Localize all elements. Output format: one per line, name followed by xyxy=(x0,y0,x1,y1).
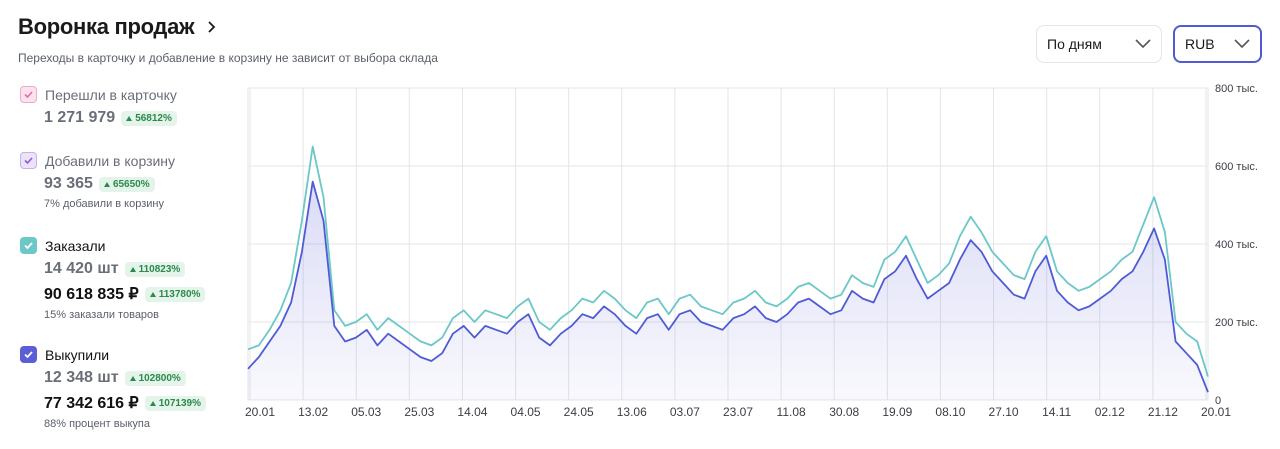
legend-toggle-orders[interactable]: Заказали xyxy=(20,237,205,254)
growth-badge: 65650% xyxy=(98,176,155,192)
x-tick-label: 20.01 xyxy=(1201,405,1231,419)
chevron-down-icon xyxy=(1135,39,1151,49)
legend-value: 14 420 шт xyxy=(44,260,119,277)
legend-value-secondary: 77 342 616 ₽ xyxy=(44,395,139,412)
x-tick-label: 23.07 xyxy=(723,405,753,419)
y-tick-label: 200 тыс. xyxy=(1215,317,1258,329)
chevron-down-icon xyxy=(1234,39,1250,49)
legend-item-buyouts: Выкупили 12 348 шт 102800% 77 342 616 ₽ 10… xyxy=(20,346,206,430)
x-tick-label: 11.08 xyxy=(777,405,806,419)
legend-label: Выкупили xyxy=(45,346,110,363)
legend-item-add-to-cart: Добавили в корзину 93 365 65650% 7% добав… xyxy=(20,152,175,210)
badge-text: 65650% xyxy=(112,178,150,190)
arrow-up-icon xyxy=(103,181,110,187)
legend-label: Заказали xyxy=(45,237,106,254)
y-tick-label: 800 тыс. xyxy=(1215,83,1258,95)
page-title: Воронка продаж xyxy=(18,14,195,39)
chart-grid xyxy=(247,87,1209,401)
legend-note: 15% заказали товаров xyxy=(44,309,160,321)
growth-badge: 110823% xyxy=(124,261,186,277)
x-tick-label: 14.04 xyxy=(457,405,487,419)
chevron-right-icon[interactable] xyxy=(204,20,218,34)
series-line-orders xyxy=(247,145,1209,377)
x-tick-label: 21.12 xyxy=(1148,405,1178,419)
legend-note: 7% добавили в корзину xyxy=(44,198,164,210)
legend-toggle-add-to-cart[interactable]: Добавили в корзину xyxy=(20,152,175,169)
x-tick-label: 25.03 xyxy=(404,405,434,419)
growth-badge: 107139% xyxy=(144,395,206,411)
period-select-value: По дням xyxy=(1047,36,1102,52)
checkbox-icon[interactable] xyxy=(20,86,37,103)
period-select[interactable]: По дням xyxy=(1036,25,1162,63)
page-subtitle: Переходы в карточку и добавление в корзи… xyxy=(18,51,438,65)
legend-value: 1 271 979 xyxy=(44,109,116,126)
badge-text: 107139% xyxy=(158,397,201,409)
legend-label: Перешли в карточку xyxy=(45,86,177,103)
growth-badge: 113780% xyxy=(144,286,206,302)
x-axis-labels: 20.01 13.02 05.03 25.03 14.04 04.05 24.05 13.06… xyxy=(245,405,1231,419)
currency-select-value: RUB xyxy=(1185,36,1215,52)
x-tick-label: 14.11 xyxy=(1042,405,1071,419)
x-tick-label: 19.09 xyxy=(882,405,912,419)
y-tick-label: 0 xyxy=(1215,395,1221,407)
x-tick-label: 13.02 xyxy=(298,405,328,419)
currency-select[interactable]: RUB xyxy=(1173,25,1262,63)
legend-label: Добавили в корзину xyxy=(45,152,176,169)
legend-toggle-buyouts[interactable]: Выкупили xyxy=(20,346,206,363)
badge-text: 56812% xyxy=(135,112,172,124)
arrow-up-icon xyxy=(129,266,136,272)
legend-value-secondary: 90 618 835 ₽ xyxy=(44,286,139,303)
legend-item-card-visits: Перешли в карточку 1 271 979 56812% xyxy=(20,86,177,127)
badge-text: 110823% xyxy=(138,263,181,275)
series-area-buyouts xyxy=(248,181,1208,400)
growth-badge: 56812% xyxy=(121,110,177,126)
x-tick-label: 03.07 xyxy=(670,405,700,419)
y-tick-label: 400 тыс. xyxy=(1215,239,1258,251)
legend-toggle-card-visits[interactable]: Перешли в карточку xyxy=(20,86,177,103)
x-tick-label: 30.08 xyxy=(829,405,859,419)
legend-value: 12 348 шт xyxy=(44,369,119,386)
x-tick-label: 05.03 xyxy=(351,405,381,419)
checkbox-icon[interactable] xyxy=(20,346,37,363)
arrow-up-icon xyxy=(149,291,156,297)
x-tick-label: 27.10 xyxy=(989,405,1019,419)
legend-note: 88% процент выкупа xyxy=(44,418,150,430)
checkbox-icon[interactable] xyxy=(20,152,37,169)
x-tick-label: 20.01 xyxy=(245,405,275,419)
legend-value: 93 365 xyxy=(44,175,93,192)
legend-item-orders: Заказали 14 420 шт 110823% 90 618 835 ₽ 11… xyxy=(20,237,206,321)
x-tick-label: 02.12 xyxy=(1095,405,1125,419)
plot-border xyxy=(247,87,1209,401)
series-line-buyouts xyxy=(247,180,1209,393)
y-axis-labels: 0 200 тыс. 400 тыс. 600 тыс. 800 тыс. xyxy=(1215,83,1258,407)
chart-area-fill xyxy=(248,181,1208,400)
title-row[interactable]: Воронка продаж xyxy=(18,14,218,40)
x-tick-label: 08.10 xyxy=(935,405,965,419)
x-tick-label: 13.06 xyxy=(617,405,647,419)
badge-text: 113780% xyxy=(158,288,201,300)
x-tick-label: 04.05 xyxy=(511,405,541,419)
checkbox-icon[interactable] xyxy=(20,237,37,254)
x-tick-label: 24.05 xyxy=(564,405,594,419)
growth-badge: 102800% xyxy=(124,370,186,386)
arrow-up-icon xyxy=(149,400,156,406)
arrow-up-icon xyxy=(126,115,133,121)
badge-text: 102800% xyxy=(138,372,181,384)
arrow-up-icon xyxy=(129,375,136,381)
y-tick-label: 600 тыс. xyxy=(1215,161,1258,173)
chart-lines xyxy=(247,145,1209,393)
